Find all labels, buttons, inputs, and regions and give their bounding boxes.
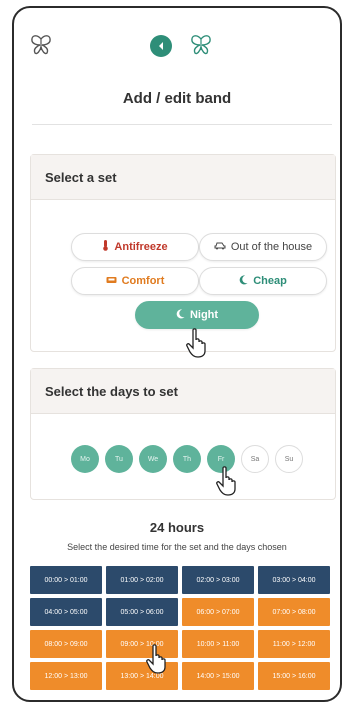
- moon-icon: [239, 274, 248, 288]
- set-button-cheap[interactable]: Cheap: [199, 267, 327, 295]
- time-slot[interactable]: 00:00 > 01:00: [30, 566, 102, 594]
- time-slot[interactable]: 14:00 > 15:00: [182, 662, 254, 690]
- day-toggle-saturday[interactable]: Sa: [241, 445, 269, 473]
- thermometer-icon: [102, 240, 109, 254]
- time-slot[interactable]: 06:00 > 07:00: [182, 598, 254, 626]
- set-panel-heading: Select a set: [31, 155, 335, 200]
- time-slot[interactable]: 07:00 > 08:00: [258, 598, 330, 626]
- day-toggle-sunday[interactable]: Su: [275, 445, 303, 473]
- sofa-icon: [106, 275, 117, 287]
- set-button-label: Comfort: [121, 275, 165, 287]
- hand-cursor-icon: [146, 644, 168, 674]
- hours-subtitle: Select the desired time for the set and …: [67, 542, 287, 552]
- day-toggle-monday[interactable]: Mo: [71, 445, 99, 473]
- butterfly-logo-icon: [28, 32, 54, 58]
- time-slot[interactable]: 15:00 > 16:00: [258, 662, 330, 690]
- set-button-night[interactable]: Night: [135, 301, 259, 329]
- set-button-label: Antifreeze: [114, 241, 168, 253]
- time-slot[interactable]: 12:00 > 13:00: [30, 662, 102, 690]
- set-button-antifreeze[interactable]: Antifreeze: [71, 233, 199, 261]
- time-slot-grid: 00:00 > 01:00 01:00 > 02:00 02:00 > 03:0…: [30, 566, 332, 690]
- phone-frame: Add / edit band Select a set Antifreeze …: [12, 6, 342, 702]
- set-button-label: Night: [189, 309, 219, 321]
- set-panel: Select a set Antifreeze Out of the house…: [30, 154, 336, 352]
- days-row: Mo Tu We Th Fr Sa Su: [71, 445, 303, 473]
- time-slot[interactable]: 08:00 > 09:00: [30, 630, 102, 658]
- set-button-comfort[interactable]: Comfort: [71, 267, 199, 295]
- hours-title: 24 hours: [149, 520, 205, 535]
- page-title: Add / edit band: [122, 90, 232, 107]
- moon-icon: [176, 308, 185, 322]
- set-button-out-of-the-house[interactable]: Out of the house: [199, 233, 327, 261]
- hand-cursor-icon: [216, 466, 238, 496]
- set-button-label: Cheap: [253, 275, 287, 287]
- time-slot[interactable]: 04:00 > 05:00: [30, 598, 102, 626]
- day-toggle-tuesday[interactable]: Tu: [105, 445, 133, 473]
- set-button-label: Out of the house: [230, 241, 313, 253]
- days-panel-heading: Select the days to set: [31, 369, 335, 414]
- back-button[interactable]: [150, 35, 172, 57]
- time-slot[interactable]: 03:00 > 04:00: [258, 566, 330, 594]
- time-slot[interactable]: 05:00 > 06:00: [106, 598, 178, 626]
- hand-cursor-icon: [186, 328, 208, 358]
- top-bar: [14, 8, 340, 70]
- day-toggle-wednesday[interactable]: We: [139, 445, 167, 473]
- time-slot[interactable]: 10:00 > 11:00: [182, 630, 254, 658]
- divider: [32, 124, 332, 125]
- arrow-left-icon: [159, 42, 163, 50]
- time-slot[interactable]: 01:00 > 02:00: [106, 566, 178, 594]
- time-slot[interactable]: 11:00 > 12:00: [258, 630, 330, 658]
- time-slot[interactable]: 02:00 > 03:00: [182, 566, 254, 594]
- days-panel: Select the days to set Mo Tu We Th Fr Sa…: [30, 368, 336, 500]
- butterfly-logo-icon: [188, 32, 214, 58]
- day-toggle-thursday[interactable]: Th: [173, 445, 201, 473]
- car-icon: [214, 241, 226, 253]
